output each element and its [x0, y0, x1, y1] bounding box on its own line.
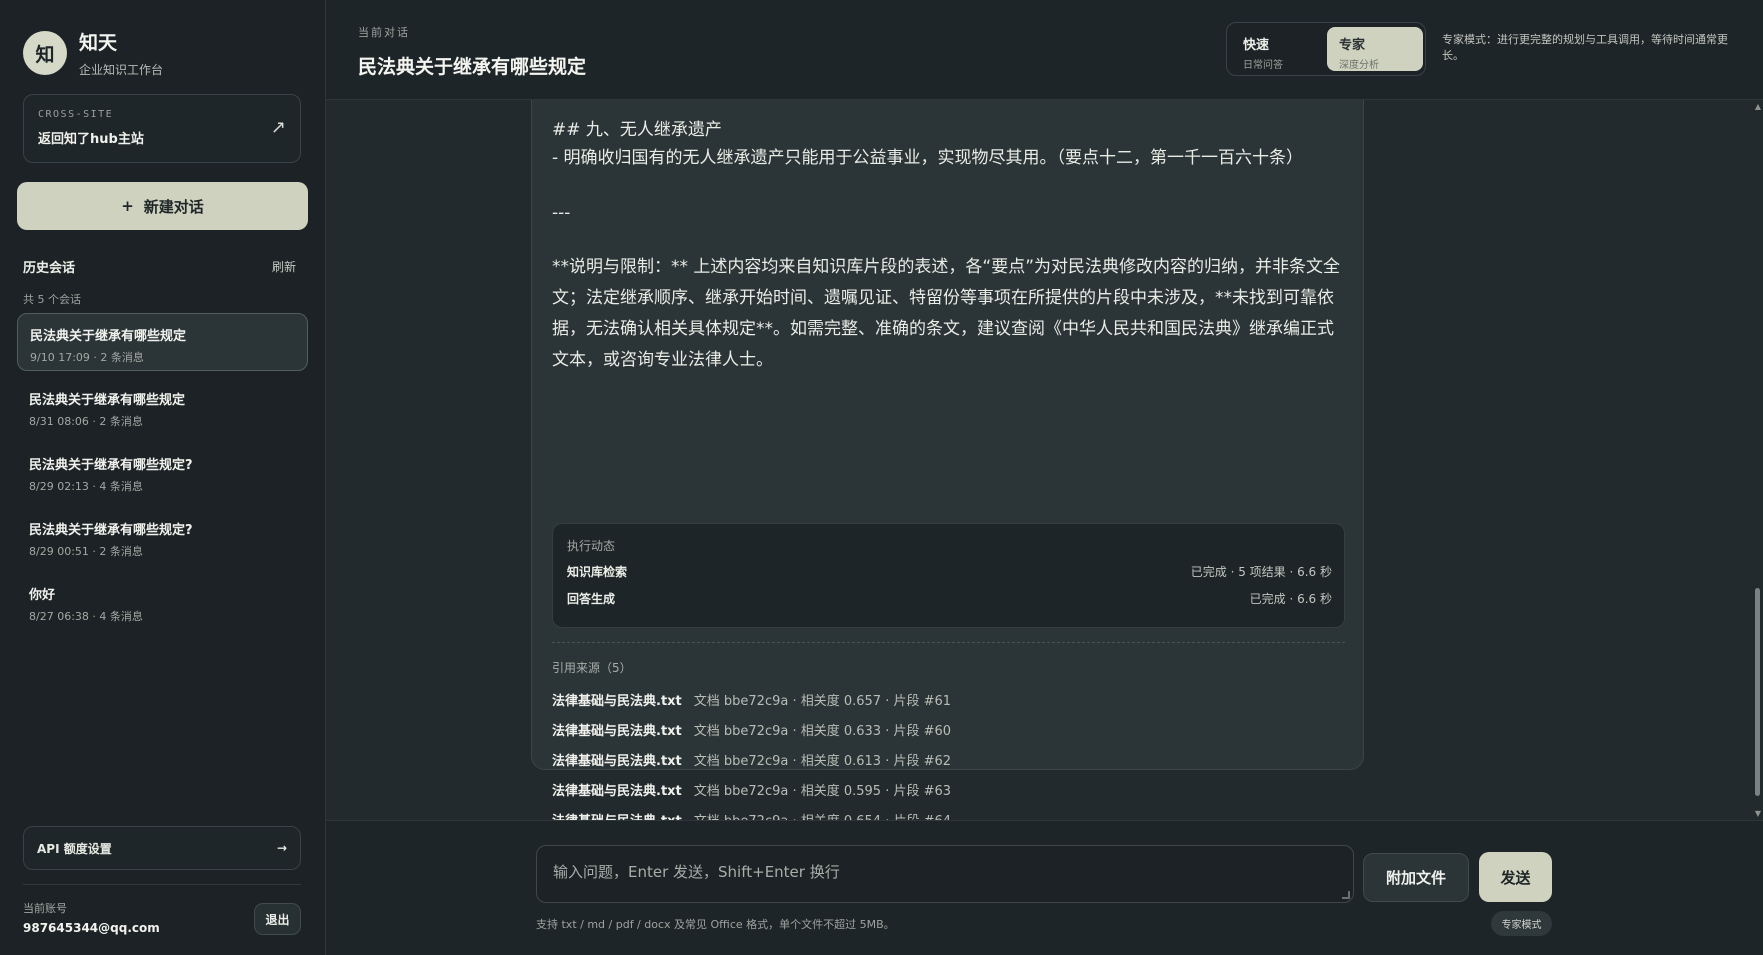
- citation-info: 文档 bbe72c9a · 相关度 0.595 · 片段 #63: [693, 784, 952, 799]
- conversation-header: 当前对话 民法典关于继承有哪些规定 快速 日常问答 专家 深度分析 专家模式：进…: [326, 0, 1763, 100]
- citation-item[interactable]: 法律基础与民法典.txt 文档 bbe72c9a · 相关度 0.613 · 片…: [552, 750, 951, 769]
- citation-item[interactable]: 法律基础与民法典.txt 文档 bbe72c9a · 相关度 0.633 · 片…: [552, 720, 951, 739]
- account-label: 当前账号: [23, 902, 67, 915]
- execution-title: 执行动态: [567, 539, 616, 553]
- mode-option-fast[interactable]: 快速 日常问答: [1231, 27, 1327, 71]
- session-item[interactable]: 你好 8/27 06:38 · 4 条消息: [17, 573, 308, 631]
- brand-avatar: 知: [23, 31, 67, 75]
- message-input[interactable]: 输入问题，Enter 发送，Shift+Enter 换行: [536, 845, 1354, 903]
- mode-switch: 快速 日常问答 专家 深度分析: [1226, 22, 1426, 76]
- page-title: 民法典关于继承有哪些规定: [358, 56, 587, 78]
- external-arrow-icon: ↗: [270, 117, 286, 138]
- api-settings-label: API 额度设置: [37, 841, 112, 856]
- mode-option-expert[interactable]: 专家 深度分析: [1327, 27, 1423, 71]
- logout-button[interactable]: 退出: [254, 903, 301, 935]
- message-bullet: - 明确收归国有的无人继承遗产只能用于公益事业，实现物尽其用。（要点十二，第一千…: [552, 148, 1304, 168]
- session-item[interactable]: 民法典关于继承有哪些规定? 8/29 00:51 · 2 条消息: [17, 508, 308, 566]
- execution-step: 回答生成 已完成 · 6.6 秒: [567, 590, 1332, 607]
- citation-file: 法律基础与民法典.txt: [552, 694, 682, 709]
- execution-step: 知识库检索 已完成 · 5 项结果 · 6.6 秒: [567, 563, 1332, 580]
- brand-subtitle: 企业知识工作台: [79, 63, 164, 77]
- citation-file: 法律基础与民法典.txt: [552, 724, 682, 739]
- scroll-up-icon[interactable]: ▲: [1755, 102, 1761, 111]
- scrollbar-thumb[interactable]: [1755, 588, 1760, 796]
- session-item[interactable]: 民法典关于继承有哪些规定 9/10 17:09 · 2 条消息: [17, 313, 308, 371]
- history-refresh-button[interactable]: 刷新: [272, 258, 296, 275]
- attach-file-button[interactable]: 附加文件: [1363, 853, 1469, 902]
- session-title: 民法典关于继承有哪些规定?: [29, 523, 193, 538]
- mode-badge: 专家模式: [1491, 911, 1552, 936]
- plus-icon: +: [121, 197, 134, 215]
- session-meta: 8/27 06:38 · 4 条消息: [29, 610, 143, 623]
- new-chat-button[interactable]: + 新建对话: [17, 182, 308, 230]
- arrow-right-icon: →: [276, 841, 287, 855]
- mode-description: 专家模式：进行更完整的规划与工具调用，等待时间通常更长。: [1442, 33, 1728, 62]
- assistant-message: ## 九、无人继承遗产 - 明确收归国有的无人继承遗产只能用于公益事业，实现物尽…: [531, 100, 1364, 820]
- resize-handle-icon[interactable]: [1342, 891, 1350, 899]
- execution-panel: 执行动态 知识库检索 已完成 · 5 项结果 · 6.6 秒 回答生成 已完成 …: [552, 523, 1345, 628]
- message-note: **说明与限制：** 上述内容均来自知识库片段的表述，各“要点”为对民法典修改内…: [552, 257, 1341, 370]
- new-chat-label: 新建对话: [143, 197, 204, 216]
- cross-site-link[interactable]: CROSS-SITE 返回知了hub主站 ↗: [23, 94, 301, 163]
- api-settings-button[interactable]: API 额度设置 →: [23, 826, 301, 870]
- session-title: 民法典关于继承有哪些规定?: [29, 458, 193, 473]
- citation-file: 法律基础与民法典.txt: [552, 810, 682, 820]
- session-meta: 9/10 17:09 · 2 条消息: [30, 351, 144, 364]
- brand-text: 知天 企业知识工作台: [79, 28, 163, 78]
- citation-info: 文档 bbe72c9a · 相关度 0.654 · 片段 #64: [694, 810, 951, 820]
- citation-item[interactable]: 法律基础与民法典.txt 文档 bbe72c9a · 相关度 0.595 · 片…: [552, 780, 951, 799]
- step-status: 已完成 · 5 项结果 · 6.6 秒: [1190, 565, 1332, 579]
- citation-item[interactable]: 法律基础与民法典.txt 文档 bbe72c9a · 相关度 0.657 · 片…: [552, 690, 951, 709]
- scroll-down-icon[interactable]: ▼: [1755, 809, 1761, 818]
- composer: 输入问题，Enter 发送，Shift+Enter 换行 附加文件 发送 支持 …: [326, 820, 1763, 955]
- step-name: 知识库检索: [567, 565, 628, 579]
- citation-file: 法律基础与民法典.txt: [552, 754, 682, 769]
- session-title: 民法典关于继承有哪些规定: [30, 329, 187, 344]
- mode-name: 专家: [1339, 38, 1366, 53]
- citation-info: 文档 bbe72c9a · 相关度 0.657 · 片段 #61: [693, 694, 952, 709]
- sidebar-divider: [23, 884, 301, 885]
- citation-info: 文档 bbe72c9a · 相关度 0.613 · 片段 #62: [693, 754, 952, 769]
- chat-area: ## 九、无人继承遗产 - 明确收归国有的无人继承遗产只能用于公益事业，实现物尽…: [326, 100, 1763, 820]
- session-title: 你好: [29, 588, 56, 603]
- message-separator: ---: [552, 203, 571, 223]
- sidebar: 知 知天 企业知识工作台 CROSS-SITE 返回知了hub主站 ↗ + 新建…: [0, 0, 326, 955]
- session-meta: 8/29 02:13 · 4 条消息: [29, 480, 143, 493]
- header-label: 当前对话: [358, 26, 410, 39]
- cross-site-label: 返回知了hub主站: [38, 132, 144, 147]
- account-email: 987645344@qq.com: [23, 921, 160, 935]
- input-placeholder: 输入问题，Enter 发送，Shift+Enter 换行: [553, 863, 840, 881]
- session-meta: 8/29 00:51 · 2 条消息: [29, 545, 143, 558]
- brand: 知 知天 企业知识工作台: [23, 28, 163, 78]
- citations-title: 引用来源（5）: [552, 661, 632, 675]
- citation-file: 法律基础与民法典.txt: [552, 784, 682, 799]
- session-title: 民法典关于继承有哪些规定: [29, 393, 186, 408]
- cross-site-tag: CROSS-SITE: [38, 109, 114, 120]
- message-heading: ## 九、无人继承遗产: [552, 120, 722, 140]
- send-button[interactable]: 发送: [1479, 852, 1552, 902]
- mode-subtitle: 日常问答: [1243, 60, 1283, 71]
- step-status: 已完成 · 6.6 秒: [1249, 592, 1332, 606]
- session-item[interactable]: 民法典关于继承有哪些规定? 8/29 02:13 · 4 条消息: [17, 443, 308, 501]
- history-title: 历史会话: [23, 261, 76, 276]
- mode-subtitle: 深度分析: [1339, 60, 1379, 71]
- step-name: 回答生成: [567, 592, 616, 606]
- session-meta: 8/31 08:06 · 2 条消息: [29, 415, 143, 428]
- citation-divider: [552, 642, 1345, 643]
- citation-info: 文档 bbe72c9a · 相关度 0.633 · 片段 #60: [693, 724, 952, 739]
- history-count: 共 5 个会话: [23, 293, 81, 306]
- session-item[interactable]: 民法典关于继承有哪些规定 8/31 08:06 · 2 条消息: [17, 378, 308, 436]
- brand-name: 知天: [79, 32, 118, 54]
- mode-name: 快速: [1243, 38, 1270, 53]
- upload-hint: 支持 txt / md / pdf / docx 及常见 Office 格式，单…: [536, 918, 895, 931]
- history-header: 历史会话 刷新: [23, 257, 296, 276]
- citation-item[interactable]: 法律基础与民法典.txt 文档 bbe72c9a · 相关度 0.654 · 片…: [552, 810, 951, 820]
